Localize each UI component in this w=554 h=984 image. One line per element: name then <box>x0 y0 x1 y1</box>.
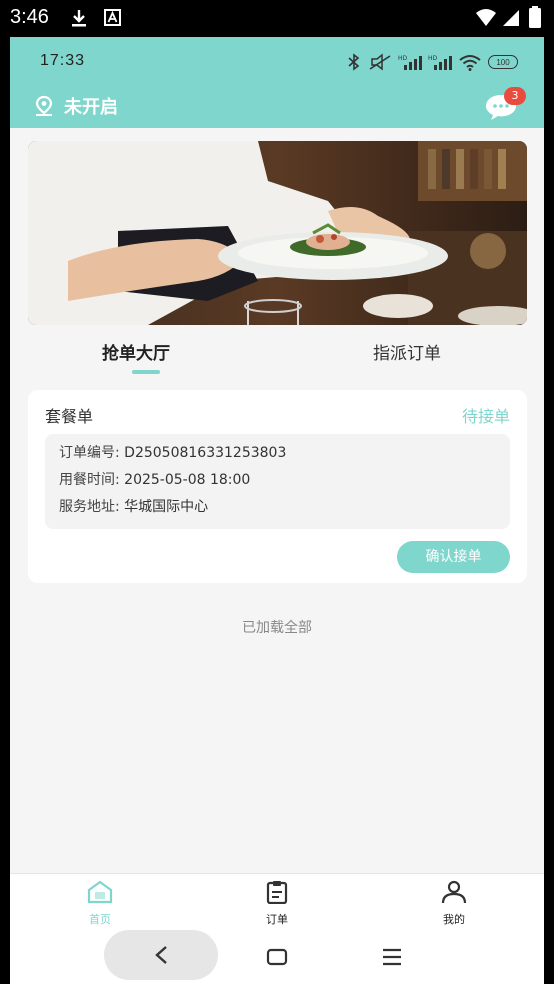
font-a-icon <box>104 9 121 26</box>
order-status-badge: 待接单 <box>461 407 510 426</box>
service-address-value: 华城国际中心 <box>124 499 209 515</box>
order-number-key: 订单编号 <box>59 445 115 461</box>
battery-icon <box>529 6 541 28</box>
nav-label-home: 首页 <box>89 913 111 926</box>
active-tab-indicator <box>132 370 160 374</box>
message-count-badge: 3 <box>504 87 526 105</box>
system-time: 3:46 <box>10 6 49 28</box>
location-toggle[interactable]: 未开启 <box>34 93 118 119</box>
tab-order-hall[interactable]: 抢单大厅 <box>102 339 170 364</box>
cell-signal-icon <box>503 10 519 26</box>
confirm-order-button[interactable]: 确认接单 <box>397 541 510 573</box>
order-number-row: 订单编号: D25050816331253803 <box>59 445 287 461</box>
location-pin-icon <box>35 95 53 116</box>
recent-apps-icon[interactable] <box>265 946 289 968</box>
menu-icon[interactable] <box>380 946 404 968</box>
tab-assigned-orders[interactable]: 指派订单 <box>373 339 441 364</box>
nav-item-orders[interactable]: 订单 <box>247 880 307 927</box>
app-window: 17:33 HD HD 100 未开启 3 抢单大厅 指派订单 套餐单 待接单 … <box>10 37 544 984</box>
nav-item-profile[interactable]: 我的 <box>424 880 484 927</box>
user-icon <box>441 880 467 904</box>
battery-level: 100 <box>496 57 510 67</box>
inner-status-icons: HD HD 100 <box>346 53 518 71</box>
back-arrow-icon <box>155 946 167 964</box>
nav-label-profile: 我的 <box>443 913 465 926</box>
back-button[interactable] <box>104 930 218 980</box>
order-tabs: 抢单大厅 指派订单 <box>10 337 544 379</box>
inner-status-time: 17:33 <box>40 52 86 69</box>
meal-time-key: 用餐时间 <box>59 472 115 488</box>
wifi-icon <box>459 55 481 71</box>
app-header: 17:33 HD HD 100 未开启 3 <box>10 37 544 128</box>
bottom-nav: 首页 订单 我的 <box>10 873 544 933</box>
clipboard-icon <box>266 881 288 905</box>
home-icon <box>87 880 113 904</box>
list-end-text: 已加载全部 <box>242 620 312 636</box>
nav-label-orders: 订单 <box>266 913 288 926</box>
mute-icon <box>369 53 391 71</box>
order-card[interactable]: 套餐单 待接单 订单编号: D25050816331253803 用餐时间: 2… <box>28 390 527 583</box>
banner-image[interactable] <box>28 141 527 325</box>
bluetooth-icon <box>348 53 360 71</box>
wifi-icon <box>476 9 496 26</box>
hd-signal-icon: HD <box>398 55 422 70</box>
screen: 3:46 17:33 HD HD 100 未开启 3 抢单大厅 指派订单 套餐单… <box>0 0 554 984</box>
location-status: 未开启 <box>64 97 118 118</box>
service-address-row: 服务地址: 华城国际中心 <box>59 499 209 515</box>
battery-indicator: 100 <box>488 55 518 69</box>
messages-button[interactable]: 3 <box>484 87 526 120</box>
service-address-key: 服务地址 <box>59 499 115 515</box>
nav-item-home[interactable]: 首页 <box>70 880 130 927</box>
meal-time-value: 2025-05-08 18:00 <box>124 472 251 488</box>
system-navigation-bar <box>10 930 544 984</box>
waiter-serving-dish-image <box>28 141 527 325</box>
download-icon <box>72 10 86 27</box>
meal-time-row: 用餐时间: 2025-05-08 18:00 <box>59 472 251 488</box>
order-number-value: D25050816331253803 <box>124 445 287 461</box>
system-status-bar: 3:46 <box>0 0 554 37</box>
svg-text:HD: HD <box>428 55 438 62</box>
hd-signal-icon: HD <box>428 55 452 70</box>
order-info-panel: 订单编号: D25050816331253803 用餐时间: 2025-05-0… <box>45 434 510 529</box>
svg-text:HD: HD <box>398 55 408 62</box>
order-type: 套餐单 <box>45 407 94 426</box>
